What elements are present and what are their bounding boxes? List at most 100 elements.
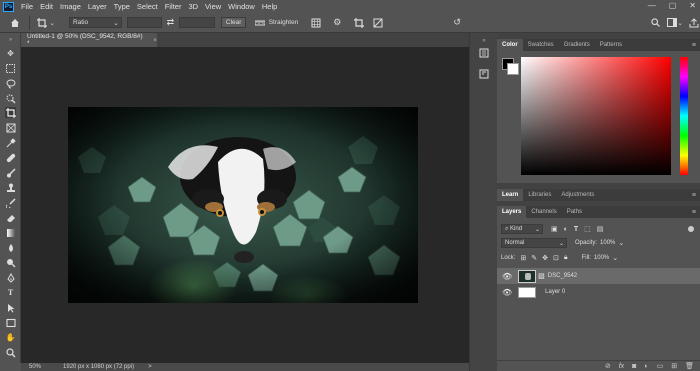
- tab-adjustments[interactable]: Adjustments: [556, 189, 599, 201]
- gradient-tool-icon[interactable]: [5, 227, 16, 238]
- tab-swatches[interactable]: Swatches: [523, 39, 559, 51]
- crop-tool-icon[interactable]: [5, 107, 16, 118]
- tab-channels[interactable]: Channels: [526, 206, 561, 218]
- layer-name[interactable]: DSC_9542: [548, 273, 577, 279]
- delete-cropped-pixels-icon[interactable]: [353, 17, 364, 29]
- tab-paths[interactable]: Paths: [562, 206, 587, 218]
- filter-kind-select[interactable]: ⌕ Kind ⌄: [501, 224, 543, 234]
- lock-all-icon[interactable]: 🔒︎: [564, 254, 568, 262]
- visibility-eye-icon[interactable]: 👁︎: [502, 272, 512, 281]
- menu-help[interactable]: Help: [262, 2, 277, 11]
- marquee-tool-icon[interactable]: [5, 63, 16, 74]
- close-button[interactable]: ✕: [689, 1, 696, 10]
- ratio-width-field[interactable]: [126, 17, 162, 28]
- adjustment-layer-icon[interactable]: ◐: [644, 363, 648, 370]
- healing-brush-tool-icon[interactable]: [5, 152, 16, 163]
- opacity-value[interactable]: 100%: [600, 240, 615, 246]
- filter-type-icon[interactable]: T: [574, 226, 578, 233]
- ratio-select[interactable]: Ratio ⌄: [68, 17, 122, 28]
- layer-style-icon[interactable]: fx: [619, 363, 624, 370]
- canvas-area[interactable]: [21, 47, 469, 363]
- content-aware-icon[interactable]: [372, 17, 383, 29]
- type-tool-icon[interactable]: T: [5, 287, 16, 298]
- document-tab[interactable]: Untitled-1 @ 50% (DSC_9542, RGB/8#) * ×: [21, 33, 157, 47]
- tab-libraries[interactable]: Libraries: [523, 189, 556, 201]
- zoom-level[interactable]: 50%: [29, 364, 41, 370]
- lock-position-icon[interactable]: ✥: [542, 254, 548, 262]
- chevron-down-icon[interactable]: ⌄: [612, 254, 618, 262]
- overlay-grid-icon[interactable]: [310, 17, 321, 29]
- brush-tool-icon[interactable]: [5, 167, 16, 178]
- color-field[interactable]: [521, 57, 671, 175]
- menu-layer[interactable]: Layer: [88, 2, 107, 11]
- settings-gear-icon[interactable]: ⚙: [332, 17, 343, 29]
- menu-window[interactable]: Window: [228, 2, 255, 11]
- layer-row-layer-0[interactable]: 👁︎ Layer 0: [497, 284, 700, 300]
- background-color-swatch[interactable]: [507, 63, 519, 75]
- home-icon[interactable]: [9, 17, 20, 29]
- crop-tool-preset-icon[interactable]: [36, 17, 47, 29]
- panel-menu-icon[interactable]: ≡: [692, 192, 696, 199]
- panel-menu-icon[interactable]: ≡: [692, 42, 696, 49]
- filter-toggle-icon[interactable]: [688, 226, 694, 232]
- ratio-height-field[interactable]: [179, 17, 215, 28]
- layer-name[interactable]: Layer 0: [545, 289, 565, 295]
- menu-filter[interactable]: Filter: [165, 2, 182, 11]
- close-tab-icon[interactable]: ×: [153, 37, 157, 44]
- lock-artboard-icon[interactable]: ⊡: [553, 254, 559, 262]
- menu-file[interactable]: File: [21, 2, 33, 11]
- filter-smart-object-icon[interactable]: ▤: [597, 225, 604, 233]
- tab-gradients[interactable]: Gradients: [559, 39, 595, 51]
- tab-color[interactable]: Color: [497, 39, 523, 51]
- menu-3d[interactable]: 3D: [188, 2, 198, 11]
- straighten-icon[interactable]: [254, 17, 266, 29]
- history-panel-icon[interactable]: [478, 47, 490, 58]
- maximize-button[interactable]: ▢: [669, 1, 677, 10]
- fill-value[interactable]: 100%: [594, 255, 609, 261]
- dock-collapse-icon[interactable]: «: [478, 35, 490, 46]
- chevron-down-icon[interactable]: ⌄: [618, 239, 624, 247]
- new-layer-icon[interactable]: ⊞: [671, 362, 677, 370]
- layer-row-dsc-9542[interactable]: 👁︎ ▧ DSC_9542: [497, 268, 700, 284]
- clear-button[interactable]: Clear: [220, 17, 247, 28]
- hue-slider[interactable]: [680, 57, 688, 175]
- reset-icon[interactable]: ↺: [451, 17, 462, 29]
- status-arrow-icon[interactable]: >: [148, 364, 152, 370]
- filter-shape-icon[interactable]: ⬚: [584, 225, 591, 233]
- chevron-down-icon[interactable]: ⌄: [677, 19, 682, 27]
- lock-image-icon[interactable]: ✎: [531, 254, 537, 262]
- toolbar-collapse-icon[interactable]: »: [5, 34, 16, 45]
- panel-menu-icon[interactable]: ≡: [692, 209, 696, 216]
- pen-tool-icon[interactable]: [5, 272, 16, 283]
- frame-tool-icon[interactable]: [5, 122, 16, 133]
- visibility-eye-icon[interactable]: 👁︎: [502, 288, 512, 297]
- add-mask-icon[interactable]: ◙: [632, 363, 636, 370]
- path-selection-tool-icon[interactable]: [5, 302, 16, 313]
- minimize-button[interactable]: —: [648, 1, 656, 10]
- share-icon[interactable]: [689, 17, 700, 29]
- menu-select[interactable]: Select: [137, 2, 158, 11]
- blur-tool-icon[interactable]: [5, 242, 16, 253]
- lasso-tool-icon[interactable]: [5, 78, 16, 89]
- eyedropper-tool-icon[interactable]: [5, 137, 16, 148]
- menu-type[interactable]: Type: [114, 2, 130, 11]
- properties-panel-icon[interactable]: [478, 68, 490, 79]
- search-icon[interactable]: [650, 17, 661, 29]
- menu-view[interactable]: View: [205, 2, 221, 11]
- filter-pixel-icon[interactable]: ▣: [551, 225, 558, 233]
- hand-tool-icon[interactable]: ✋: [5, 332, 16, 343]
- filter-adjustment-icon[interactable]: ◐: [564, 226, 568, 233]
- swap-icon[interactable]: ⇄: [165, 17, 176, 29]
- blend-mode-select[interactable]: Normal ⌄: [501, 238, 567, 248]
- workspace-icon[interactable]: [666, 17, 677, 29]
- zoom-tool-icon[interactable]: [5, 347, 16, 358]
- rectangle-tool-icon[interactable]: [5, 317, 16, 328]
- history-brush-tool-icon[interactable]: [5, 197, 16, 208]
- lock-transparent-icon[interactable]: ⊞: [520, 254, 526, 262]
- tab-layers[interactable]: Layers: [497, 206, 527, 218]
- straighten-label[interactable]: Straighten: [269, 19, 299, 26]
- dodge-tool-icon[interactable]: [5, 257, 16, 268]
- menu-image[interactable]: Image: [60, 2, 81, 11]
- chevron-down-icon[interactable]: ⌄: [50, 19, 55, 27]
- quick-selection-tool-icon[interactable]: [5, 93, 16, 104]
